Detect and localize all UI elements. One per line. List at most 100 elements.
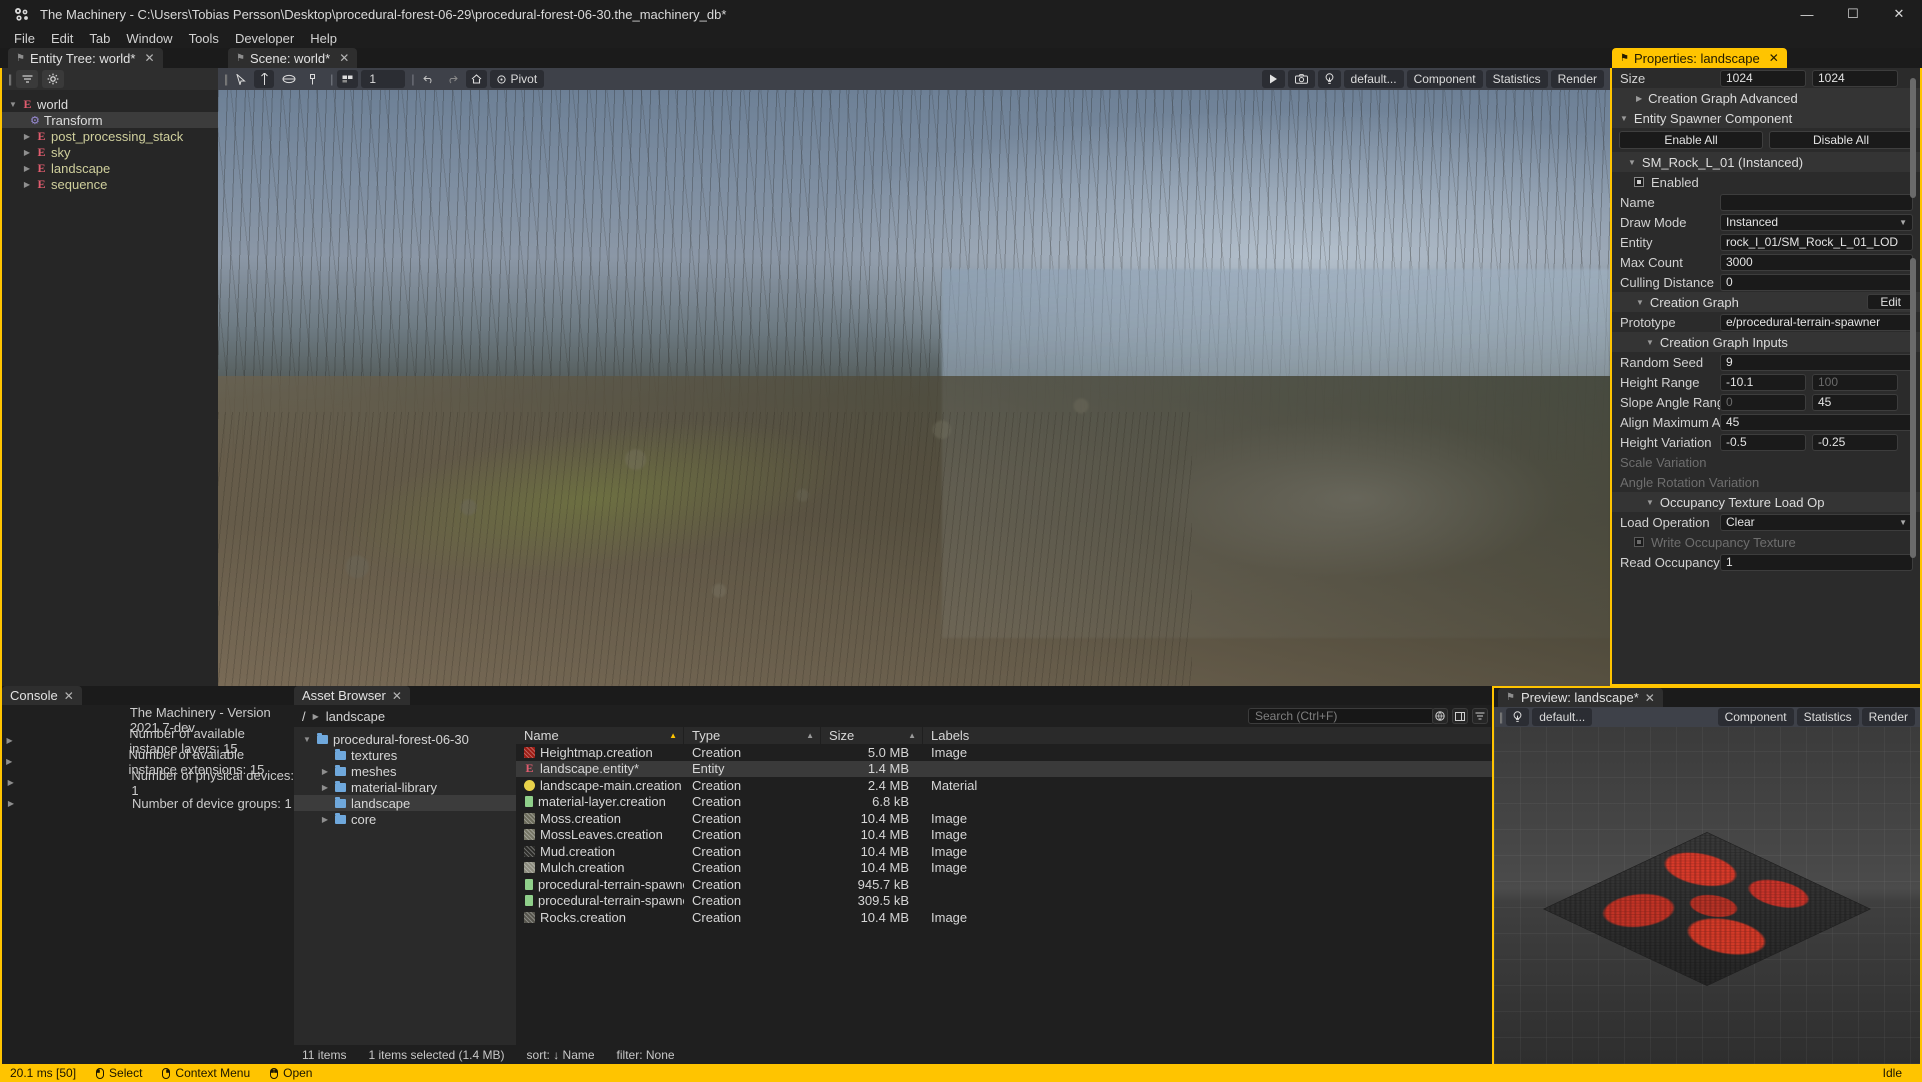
folder-node-meshes[interactable]: ▶ meshes [294, 763, 516, 779]
chevron-right-icon[interactable]: ▶ [6, 778, 15, 787]
rotate-tool-button[interactable] [277, 70, 301, 88]
property-input-read-occupancy-text[interactable]: 1 [1720, 553, 1913, 571]
table-row[interactable]: Rocks.creation Creation 10.4 MB Image [516, 909, 1492, 926]
table-row[interactable]: Mud.creation Creation 10.4 MB Image [516, 843, 1492, 860]
checkbox-row-write-occupancy-texture[interactable]: Write Occupancy Texture [1612, 532, 1920, 552]
chevron-right-icon[interactable]: ▶ [22, 132, 32, 141]
table-row[interactable]: landscape-main.creation Creation 2.4 MB Mat… [516, 777, 1492, 794]
render-tab-button[interactable]: Render [1550, 70, 1604, 88]
disclosure-icon[interactable]: ▼ [1628, 158, 1636, 167]
table-row[interactable]: Heightmap.creation Creation 5.0 MB Image [516, 744, 1492, 761]
minimize-button[interactable]: — [1784, 0, 1830, 28]
chevron-right-icon[interactable]: ▶ [22, 164, 32, 173]
chevron-right-icon[interactable]: ▶ [6, 757, 12, 766]
play-button[interactable] [1261, 70, 1285, 88]
disclosure-icon[interactable]: ▼ [1646, 338, 1654, 347]
grid-size-input[interactable]: 1 [361, 70, 406, 88]
property-input-random-seed[interactable]: 9 [1720, 353, 1913, 371]
property-input-size-2[interactable]: 1024 [1812, 69, 1898, 87]
tree-node-landscape[interactable]: ▶ E landscape [2, 160, 218, 176]
panel-layout-icon[interactable] [1452, 708, 1468, 724]
table-row[interactable]: Mulch.creation Creation 10.4 MB Image [516, 860, 1492, 877]
properties-section-sm-rock-l-01-instanced[interactable]: ▼ SM_Rock_L_01 (Instanced) [1612, 152, 1920, 172]
tab-asset-browser[interactable]: Asset Browser ✕ [294, 686, 410, 705]
menu-tools[interactable]: Tools [181, 30, 227, 47]
component-tab-button[interactable]: Component [1406, 70, 1483, 88]
disclosure-icon[interactable]: ▼ [1646, 498, 1654, 507]
disclosure-icon[interactable]: ▼ [302, 735, 312, 744]
property-input-slope-angle-range-1[interactable]: 0 [1720, 393, 1806, 411]
tab-properties[interactable]: ⚑ Properties: landscape ✕ [1612, 48, 1787, 68]
disclosure-icon[interactable]: ▼ [1636, 298, 1644, 307]
menu-developer[interactable]: Developer [227, 30, 302, 47]
preview-light-button[interactable] [1506, 708, 1530, 726]
close-icon[interactable]: ✕ [1769, 51, 1779, 65]
property-input-prototype[interactable]: e/procedural-terrain-spawner [1720, 313, 1913, 331]
property-input-align-maximum-angle[interactable]: 45 [1720, 413, 1913, 431]
preview-preset-dropdown[interactable]: default... [1532, 708, 1593, 726]
checkbox[interactable] [1634, 177, 1644, 187]
render-preset-dropdown[interactable]: default... [1343, 70, 1404, 88]
folder-node-procedural-forest-06-30[interactable]: ▼ procedural-forest-06-30 [294, 731, 516, 747]
properties-scroll-area[interactable]: Size 1024 1024 ▶ Creation Graph Advanced ▼ Ent… [1612, 68, 1920, 684]
globe-icon[interactable] [1432, 708, 1448, 724]
column-header-type[interactable]: Type ▲ [684, 727, 821, 744]
disclosure-icon[interactable]: ▶ [320, 783, 330, 792]
preview-component-button[interactable]: Component [1717, 708, 1794, 726]
close-icon[interactable]: ✕ [1645, 691, 1655, 705]
close-icon[interactable]: ✕ [64, 689, 74, 703]
drag-grip-icon[interactable]: || [1499, 710, 1503, 724]
home-icon[interactable] [466, 70, 488, 88]
select-tool-button[interactable] [231, 70, 251, 88]
folder-node-material-library[interactable]: ▶ material-library [294, 779, 516, 795]
property-input-entity[interactable]: rock_l_01/SM_Rock_L_01_LOD [1720, 233, 1913, 251]
close-icon[interactable]: ✕ [339, 51, 349, 65]
preview-render-button[interactable]: Render [1861, 708, 1915, 726]
checkbox[interactable] [1634, 537, 1644, 547]
property-input-slope-angle-range-2[interactable]: 45 [1812, 393, 1898, 411]
enable-all-button[interactable]: Enable All [1619, 131, 1763, 149]
console-line[interactable]: ▶ Number of physical devices: 1 [2, 768, 294, 798]
drag-grip-icon[interactable]: || [8, 72, 12, 86]
edit-button[interactable]: Edit [1867, 294, 1914, 310]
statistics-tab-button[interactable]: Statistics [1485, 70, 1548, 88]
preview-statistics-button[interactable]: Statistics [1796, 708, 1859, 726]
filter-icon[interactable] [1472, 708, 1488, 724]
table-row[interactable]: material-layer.creation Creation 6.8 kB [516, 794, 1492, 811]
menu-window[interactable]: Window [118, 30, 180, 47]
column-header-name[interactable]: Name ▲ [516, 727, 684, 744]
redo-button[interactable] [442, 70, 463, 88]
table-row[interactable]: procedural-terrain-spawner-cell.cr Creati… [516, 893, 1492, 910]
property-input-height-range-1[interactable]: -10.1 [1720, 373, 1806, 391]
disable-all-button[interactable]: Disable All [1769, 131, 1913, 149]
property-dropdown-draw-mode[interactable]: Instanced ▼ [1720, 213, 1913, 231]
menu-file[interactable]: File [6, 30, 43, 47]
properties-section-creation-graph[interactable]: ▼ Creation Graph Edit [1612, 292, 1920, 312]
property-input-height-variation-1[interactable]: -0.5 [1720, 433, 1806, 451]
menu-help[interactable]: Help [302, 30, 345, 47]
folder-node-textures[interactable]: textures [294, 747, 516, 763]
table-row[interactable]: procedural-terrain-spawner.creatio Creati… [516, 876, 1492, 893]
pivot-button[interactable]: Pivot [490, 70, 545, 88]
camera-button[interactable] [1287, 70, 1315, 88]
breadcrumb-current[interactable]: landscape [326, 709, 385, 724]
properties-section-creation-graph-advanced[interactable]: ▶ Creation Graph Advanced [1612, 88, 1920, 108]
search-input[interactable]: Search (Ctrl+F) [1248, 708, 1434, 724]
chevron-right-icon[interactable]: ▶ [22, 148, 32, 157]
table-row[interactable]: Moss.creation Creation 10.4 MB Image [516, 810, 1492, 827]
chevron-down-icon[interactable]: ▼ [8, 100, 18, 109]
gear-icon[interactable] [42, 70, 65, 88]
checkbox-row-enabled[interactable]: Enabled [1612, 172, 1920, 192]
menu-edit[interactable]: Edit [43, 30, 81, 47]
folder-node-core[interactable]: ▶ core [294, 811, 516, 827]
close-icon[interactable]: ✕ [392, 689, 402, 703]
disclosure-icon[interactable]: ▼ [1620, 114, 1628, 123]
scrollbar-thumb-upper[interactable] [1910, 78, 1916, 198]
table-row[interactable]: Elandscape.entity* Entity 1.4 MB [516, 760, 1492, 777]
menu-tab[interactable]: Tab [81, 30, 118, 47]
filter-icon[interactable] [16, 70, 39, 88]
scale-tool-button[interactable] [304, 70, 324, 88]
properties-section-occupancy-texture-load-op[interactable]: ▼ Occupancy Texture Load Op [1612, 492, 1920, 512]
tab-entity-tree[interactable]: ⚑ Entity Tree: world* ✕ [8, 48, 163, 68]
close-icon[interactable]: ✕ [144, 51, 154, 65]
